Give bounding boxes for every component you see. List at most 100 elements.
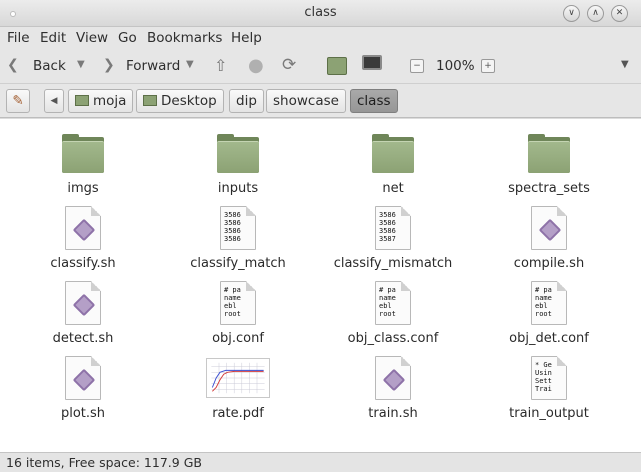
breadcrumb-label: showcase (273, 93, 339, 109)
text-file-icon: # pa name ebl root (214, 279, 262, 327)
edit-location-icon: ✎ (12, 93, 24, 109)
menu-view[interactable]: View (76, 30, 108, 46)
item-label: spectra_sets (508, 181, 590, 196)
shell-script-icon (59, 279, 107, 327)
folder-item[interactable]: imgs (3, 129, 163, 196)
minimize-icon[interactable]: ∨ (563, 5, 580, 22)
zoom-in-icon[interactable]: + (481, 59, 495, 73)
toggle-location-button[interactable]: ✎ (6, 89, 30, 113)
text-preview: * Ge Usin Sett Trai (535, 361, 552, 393)
text-file-icon: * Ge Usin Sett Trai (525, 354, 573, 402)
pdf-plot-thumbnail (206, 358, 270, 398)
back-arrow-icon: ❮ (7, 57, 19, 73)
file-item[interactable]: classify.sh (3, 204, 163, 271)
file-item[interactable]: # pa name ebl root obj_det.conf (469, 279, 629, 346)
file-item[interactable]: # pa name ebl root obj_class.conf (313, 279, 473, 346)
computer-icon[interactable] (362, 55, 382, 70)
reload-icon[interactable]: ⟳ (282, 55, 296, 75)
folder-item[interactable]: spectra_sets (469, 129, 629, 196)
file-item[interactable]: compile.sh (469, 204, 629, 271)
forward-label: Forward (126, 58, 181, 74)
desktop-folder-icon (143, 95, 157, 106)
maximize-icon[interactable]: ∧ (587, 5, 604, 22)
item-label: train_output (509, 406, 589, 421)
menu-bookmarks[interactable]: Bookmarks (147, 30, 222, 46)
menu-edit[interactable]: Edit (40, 30, 66, 46)
shell-script-icon (59, 204, 107, 252)
breadcrumb-label: moja (93, 93, 127, 109)
forward-arrow-icon: ❯ (103, 57, 115, 73)
file-item[interactable]: 3586 3586 3586 3587 classify_mismatch (313, 204, 473, 271)
text-file-icon: 3586 3586 3586 3586 (214, 204, 262, 252)
file-item[interactable]: # pa name ebl root obj.conf (158, 279, 318, 346)
folder-icon (369, 129, 417, 177)
text-file-icon: 3586 3586 3586 3587 (369, 204, 417, 252)
text-preview: # pa name ebl root (535, 286, 552, 318)
shell-script-icon (369, 354, 417, 402)
folder-icon (59, 129, 107, 177)
breadcrumb-dip[interactable]: dip (229, 89, 264, 113)
item-label: obj.conf (212, 331, 264, 346)
file-view[interactable]: imgs inputs net spectra_sets classify.sh… (0, 119, 641, 452)
shell-script-icon (525, 204, 573, 252)
item-label: compile.sh (513, 256, 585, 271)
text-preview: # pa name ebl root (379, 286, 396, 318)
file-item[interactable]: rate.pdf (158, 354, 318, 421)
item-label: imgs (67, 181, 99, 196)
status-bar: 16 items, Free space: 117.9 GB (0, 452, 641, 472)
text-preview: 3586 3586 3586 3587 (379, 211, 396, 243)
text-file-icon: # pa name ebl root (525, 279, 573, 327)
item-label: classify_match (190, 256, 286, 271)
pdf-thumbnail-icon (206, 354, 270, 402)
menu-help[interactable]: Help (231, 30, 262, 46)
breadcrumb-desktop[interactable]: Desktop (136, 89, 224, 113)
breadcrumb-showcase[interactable]: showcase (266, 89, 346, 113)
file-item[interactable]: detect.sh (3, 279, 163, 346)
folder-icon (525, 129, 573, 177)
menu-file[interactable]: File (7, 30, 30, 46)
close-icon[interactable]: ✕ (611, 5, 628, 22)
file-item[interactable]: plot.sh (3, 354, 163, 421)
item-label: obj_det.conf (509, 331, 589, 346)
file-item[interactable]: train.sh (313, 354, 473, 421)
back-history-dropdown-icon[interactable]: ▼ (77, 59, 85, 70)
folder-icon (214, 129, 262, 177)
menu-go[interactable]: Go (118, 30, 137, 46)
folder-item[interactable]: net (313, 129, 473, 196)
breadcrumb-label: class (357, 93, 391, 109)
item-label: net (382, 181, 404, 196)
home-icon[interactable] (327, 57, 347, 75)
title-bar: class ∨ ∧ ✕ (0, 0, 641, 27)
text-preview: # pa name ebl root (224, 286, 241, 318)
breadcrumb-label: dip (236, 93, 257, 109)
forward-history-dropdown-icon[interactable]: ▼ (186, 59, 194, 70)
zoom-level: 100% (436, 58, 475, 74)
text-file-icon: # pa name ebl root (369, 279, 417, 327)
stop-icon[interactable]: ● (248, 55, 264, 76)
item-label: classify.sh (50, 256, 116, 271)
toolbar: ❮ Back ▼ ❯ Forward ▼ ⇧ ● ⟳ − 100% + ▼ (0, 50, 641, 84)
status-text: 16 items, Free space: 117.9 GB (6, 455, 202, 470)
shell-script-icon (59, 354, 107, 402)
breadcrumb-scroll-left-button[interactable]: ◀ (44, 89, 64, 113)
up-arrow-icon[interactable]: ⇧ (214, 56, 227, 75)
back-label: Back (33, 58, 66, 74)
breadcrumb-moja[interactable]: moja (68, 89, 134, 113)
item-label: classify_mismatch (333, 256, 453, 271)
item-label: obj_class.conf (347, 331, 439, 346)
folder-item[interactable]: inputs (158, 129, 318, 196)
zoom-out-icon[interactable]: − (410, 59, 424, 73)
item-label: detect.sh (52, 331, 114, 346)
menu-bar: File Edit View Go Bookmarks Help (0, 27, 641, 50)
file-item[interactable]: * Ge Usin Sett Trai train_output (469, 354, 629, 421)
window-title: class (304, 5, 337, 20)
location-bar: ✎ ◀ moja Desktop dip showcase class (0, 84, 641, 118)
file-item[interactable]: 3586 3586 3586 3586 classify_match (158, 204, 318, 271)
item-label: train.sh (368, 406, 418, 421)
item-label: rate.pdf (212, 406, 264, 421)
breadcrumb-class[interactable]: class (350, 89, 398, 113)
breadcrumb-label: Desktop (161, 93, 217, 109)
overflow-menu-icon[interactable]: ▼ (621, 59, 629, 70)
home-folder-icon (75, 95, 89, 106)
text-preview: 3586 3586 3586 3586 (224, 211, 241, 243)
